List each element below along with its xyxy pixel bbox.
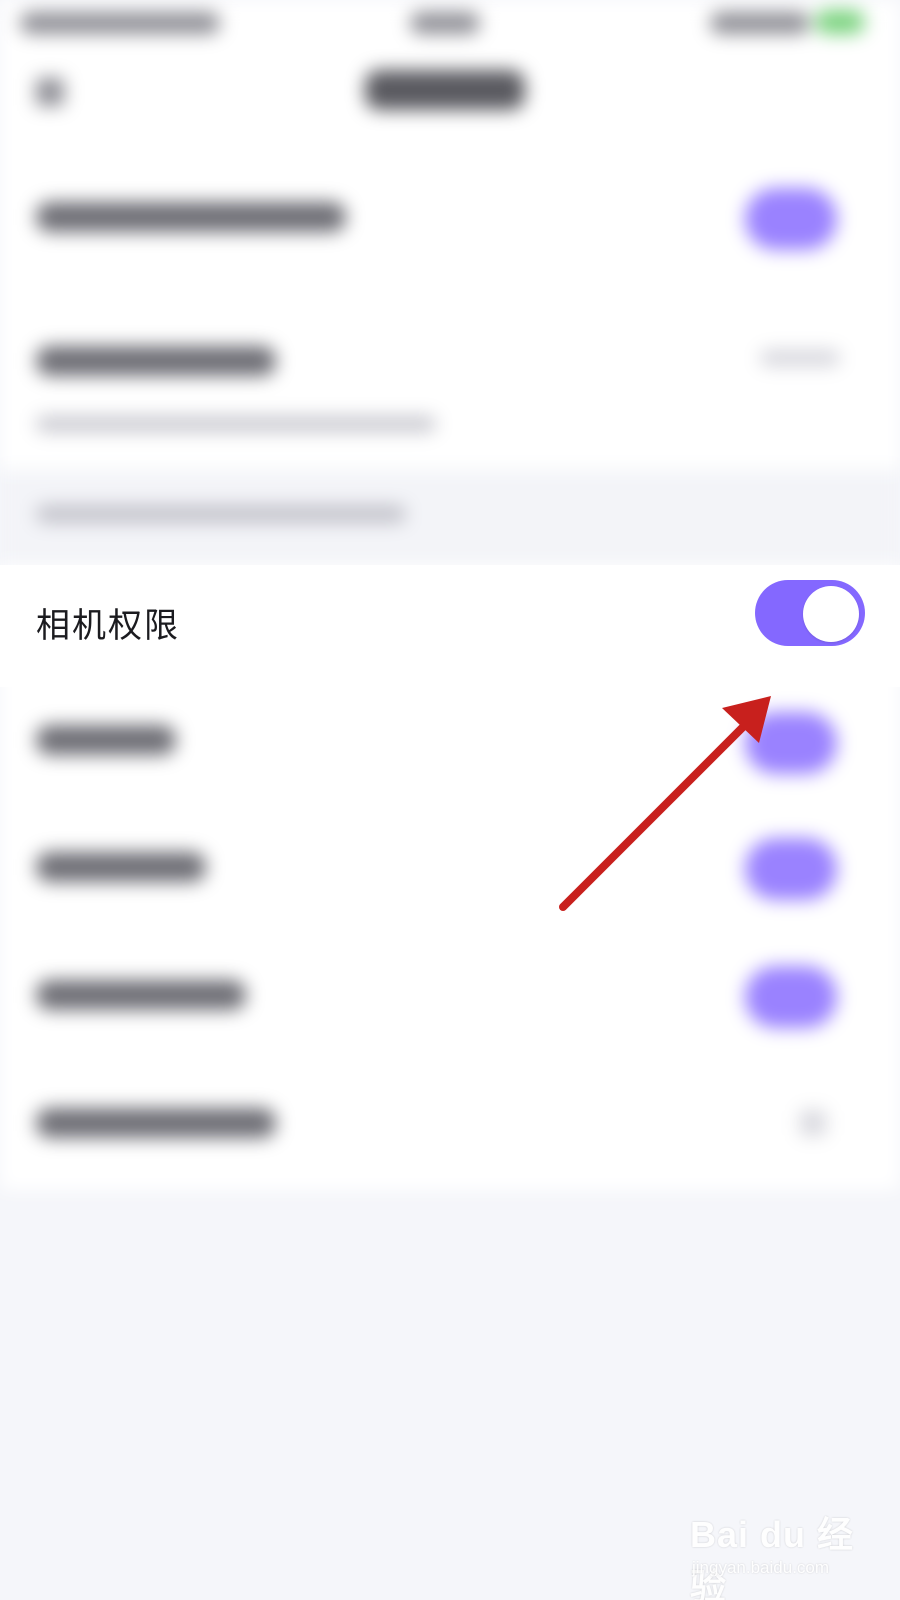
watermark-logo-text: Bai du 经验 bbox=[690, 1514, 855, 1600]
setting-row-7-chevron-icon[interactable] bbox=[800, 1110, 826, 1136]
camera-permission-row[interactable]: 相机权限 bbox=[0, 565, 900, 687]
blurred-background-content bbox=[0, 0, 900, 1600]
baidu-paw-logo: Bai du 经验 jingyan.baidu.com bbox=[690, 1500, 860, 1600]
setting-row-6-toggle[interactable] bbox=[745, 966, 837, 1028]
section-hint bbox=[36, 505, 406, 523]
status-bar-left bbox=[20, 12, 220, 34]
setting-row-6-label bbox=[36, 980, 246, 1010]
setting-row-5-label bbox=[36, 852, 206, 882]
setting-row-1-toggle[interactable] bbox=[745, 188, 837, 250]
setting-row-7-label bbox=[36, 1108, 276, 1138]
setting-row-2-value bbox=[760, 350, 840, 366]
back-icon[interactable] bbox=[36, 78, 64, 106]
status-bar-center bbox=[410, 12, 480, 34]
camera-permission-toggle[interactable] bbox=[755, 580, 865, 646]
setting-row-2-label bbox=[36, 346, 276, 376]
page-title bbox=[365, 70, 525, 110]
watermark-url: jingyan.baidu.com bbox=[692, 1558, 830, 1577]
status-bar-right bbox=[710, 12, 810, 34]
setting-row-5-toggle[interactable] bbox=[745, 838, 837, 900]
setting-row-4-toggle[interactable] bbox=[745, 712, 837, 774]
settings-screen: 相机权限 Bai du 经验 jingyan.baidu.com bbox=[0, 0, 900, 1600]
battery-icon bbox=[815, 10, 865, 34]
toggle-knob bbox=[803, 586, 859, 642]
setting-row-4-label bbox=[36, 725, 176, 755]
setting-row-2-description bbox=[36, 416, 436, 432]
camera-permission-label: 相机权限 bbox=[36, 606, 180, 646]
setting-row-1-label bbox=[36, 202, 346, 232]
